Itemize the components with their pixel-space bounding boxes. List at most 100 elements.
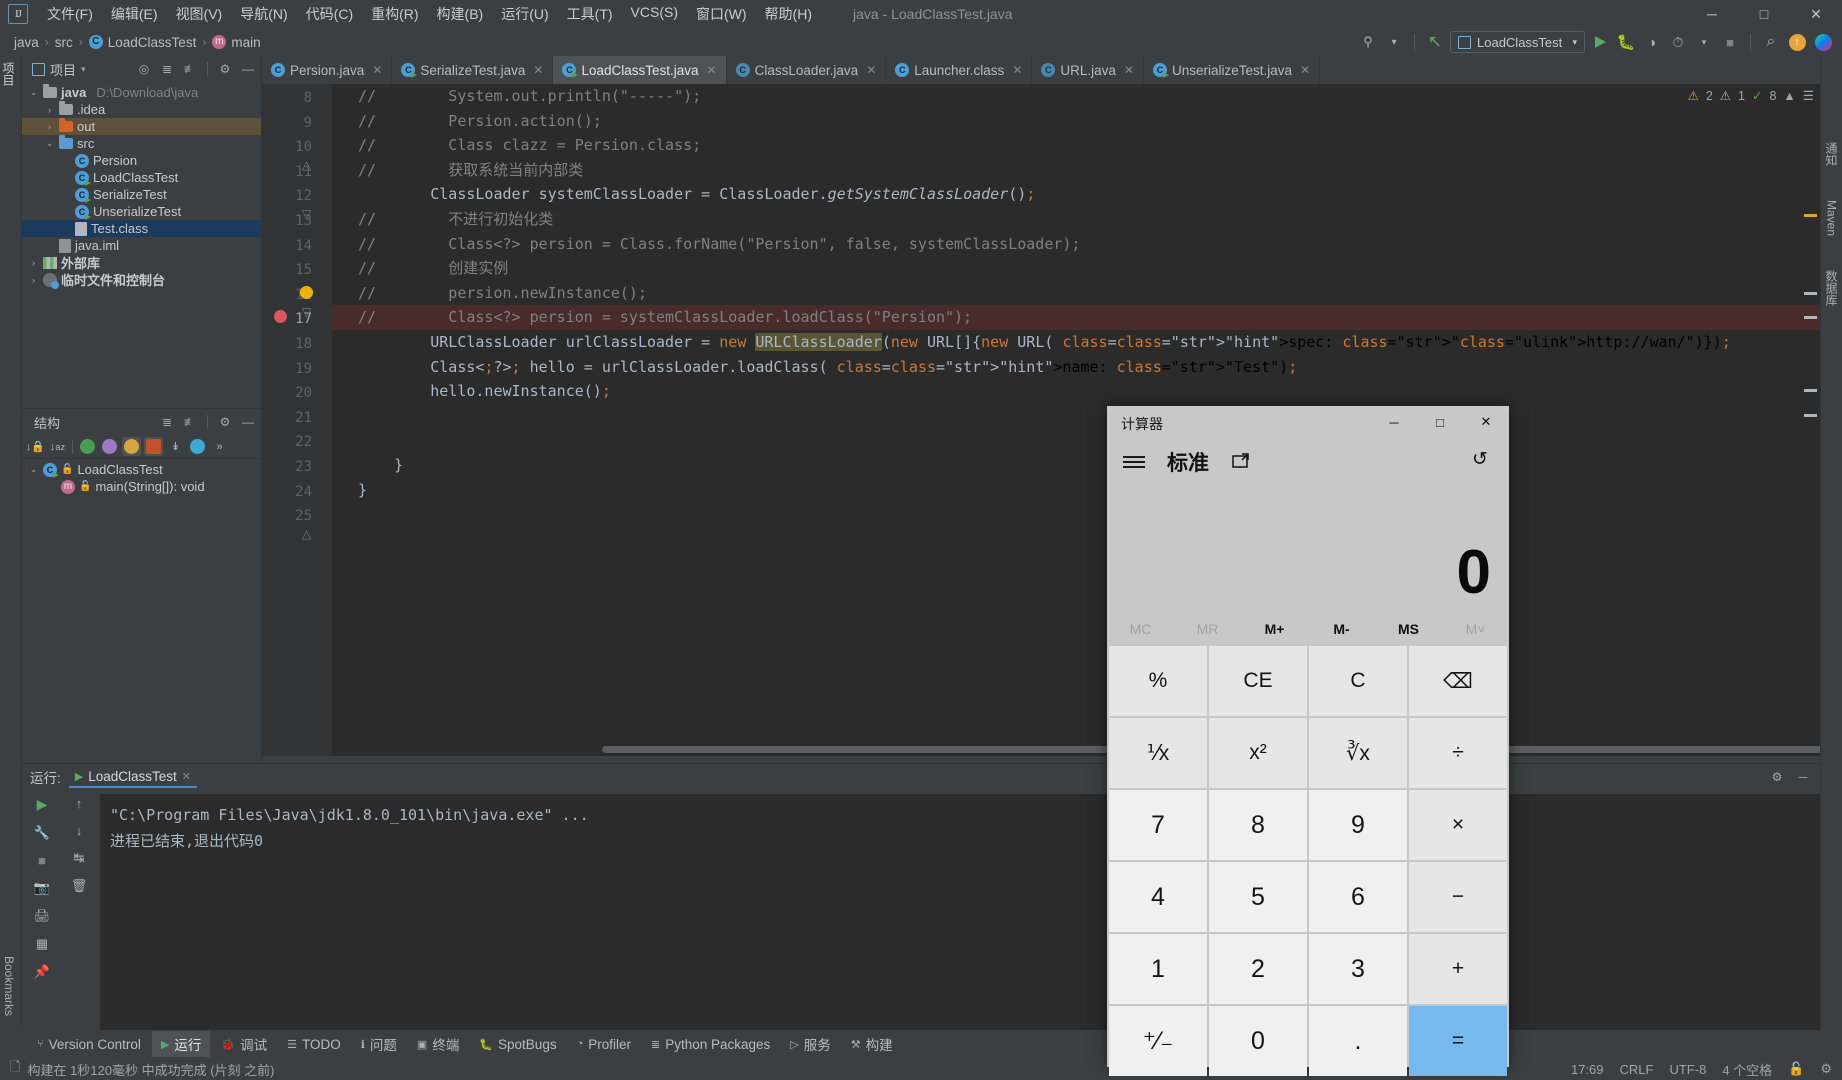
project-tree-node[interactable]: Test.class [22,220,261,237]
sort-by-visibility-icon[interactable]: ↓ 🔒 [26,437,45,456]
fold-marker-icon[interactable]: △ [302,158,311,172]
menu-bar[interactable]: 文件(F) 编辑(E) 视图(V) 导航(N) 代码(C) 重构(R) 构建(B) 运行(U)… [38,1,821,27]
show-properties-icon[interactable] [100,437,119,456]
calc-key-⅟x[interactable]: ⅟x [1109,718,1207,788]
bottom-tool-bar[interactable]: ⑂ Version Control ▶ 运行 🐞 调试 ☰ TODO ℹ 问题 ▣ 终端 🐛 SpotBu… [0,1030,1842,1058]
breakpoint-marker[interactable] [274,310,287,323]
code-line[interactable]: // Class clazz = Persion.class; [332,133,1820,158]
show-non-public-icon[interactable] [144,437,163,456]
close-icon[interactable]: ✕ [182,770,191,783]
editor-tab[interactable]: C UnserializeTest.java ✕ [1144,56,1321,84]
code-line[interactable] [332,404,1820,429]
code-line[interactable] [332,428,1820,453]
structure-tree[interactable]: ⌄C🔓LoadClassTest🔓main(String[]): void [22,459,261,495]
project-tree-node[interactable]: C Persion [22,152,261,169]
keep-on-top-icon[interactable] [1231,450,1251,475]
calc-key-CE[interactable]: CE [1209,646,1307,716]
code-line[interactable]: // Class<?> persion = Class.forName("Per… [332,232,1820,257]
strip-notifications-label[interactable]: 通知 [1823,136,1840,172]
code-line[interactable]: hello.newInstance(); [332,379,1820,404]
strip-project-label[interactable]: 项目 [0,56,17,92]
project-tree-node[interactable]: ⌄ src [22,135,261,152]
lock-icon[interactable]: 🔓 [1788,1061,1804,1077]
menu-item-4[interactable]: 代码(C) [297,1,362,27]
calc-key-2[interactable]: 2 [1209,934,1307,1004]
inspection-menu-icon[interactable]: ☰ [1803,88,1814,103]
editor-tab[interactable]: C Persion.java ✕ [262,56,393,84]
memory-key-MC[interactable]: MC [1107,621,1174,637]
rerun-button[interactable]: ▶ [37,796,48,813]
calc-key-⌫[interactable]: ⌫ [1409,646,1507,716]
menu-item-7[interactable]: 运行(U) [492,1,557,27]
chevron-up-icon[interactable]: ▲ [1783,89,1795,103]
fold-marker-icon[interactable]: ▽ [302,305,311,319]
memory-key-M˅[interactable]: M˅ [1442,621,1509,637]
calculator-keypad[interactable]: % CE C ⌫ ⅟x x² ∛x ÷ 7 8 9 × 4 5 6− 1 2 3 + ⁺⁄₋ 0. = [1107,646,1509,1078]
calculator-minimize-button[interactable]: ─ [1371,406,1417,438]
calc-key-%[interactable]: % [1109,646,1207,716]
calculator-window[interactable]: 计算器 ─ □ ✕ 标准 ↺ 0 MC MR M+ M- MS M˅ % CE C ⌫ ⅟x x² ∛… [1107,406,1509,1076]
debug-button[interactable]: 🐛 [1615,31,1637,53]
editor-tab[interactable]: C Launcher.class ✕ [886,56,1033,84]
code-line[interactable]: // 获取系统当前内部类 [332,158,1820,183]
editor-tab[interactable]: C SerializeTest.java ✕ [392,56,554,84]
menu-item-2[interactable]: 视图(V) [167,1,232,27]
calc-key-+[interactable]: + [1409,934,1507,1004]
gutter-marker-info[interactable] [1804,292,1817,295]
bottom-bar-item[interactable]: ⚒ 构建 [842,1031,902,1057]
inspection-icon[interactable]: ⚙ [1820,1061,1832,1077]
calc-key-5[interactable]: 5 [1209,862,1307,932]
code-line[interactable]: // System.out.println("-----"); [332,84,1820,109]
calc-key-6[interactable]: 6 [1309,862,1407,932]
code-line[interactable]: // 创建实例 [332,256,1820,281]
code-line[interactable]: // 不进行初始化类 [332,207,1820,232]
tree-expand-arrow-icon[interactable]: ⌄ [28,87,39,98]
gutter-marker-info-2[interactable] [1804,316,1817,319]
code-line[interactable]: URLClassLoader urlClassLoader = new URLC… [332,330,1820,355]
run-button[interactable] [1589,31,1611,53]
calc-key-÷[interactable]: ÷ [1409,718,1507,788]
code-line[interactable]: Class<;?>; hello = urlClassLoader.loadCl… [332,355,1820,380]
fold-marker-icon[interactable]: △ [302,527,311,541]
hide-panel-icon[interactable]: — [239,60,257,78]
camera-icon[interactable]: 📷 [34,880,50,896]
code-line[interactable]: // Persion.action(); [332,109,1820,134]
scroll-down-icon[interactable]: ↓ [76,823,83,838]
run-with-coverage-button[interactable]: ◑ [1641,31,1663,53]
strip-maven-label[interactable]: Maven [1825,194,1839,242]
close-icon[interactable]: ✕ [707,63,717,77]
tree-expand-arrow-icon[interactable]: › [44,122,55,132]
memory-key-M-[interactable]: M- [1308,621,1375,637]
calc-key-3[interactable]: 3 [1309,934,1407,1004]
scroll-up-icon[interactable]: ↑ [76,796,83,811]
calc-key-8[interactable]: 8 [1209,790,1307,860]
bottom-bar-item[interactable]: ◔ Profiler [568,1034,640,1055]
bottom-bar-item[interactable]: 🐛 SpotBugs [470,1034,565,1055]
calc-key-9[interactable]: 9 [1309,790,1407,860]
gear-icon[interactable]: ⚙ [216,413,234,431]
calc-key-.[interactable]: . [1309,1006,1407,1076]
line-separator[interactable]: CRLF [1620,1062,1654,1077]
strip-bookmarks-label[interactable]: Bookmarks [2,950,16,1022]
bottom-bar-item[interactable]: ℹ 问题 [352,1031,406,1057]
bottom-bar-item[interactable]: ≣ Python Packages [642,1034,779,1055]
code-line[interactable]: } [332,453,1820,478]
soft-wrap-icon[interactable]: ↹ [74,850,85,866]
print-icon[interactable]: 🖨 [34,908,51,924]
show-fields-icon[interactable] [122,437,141,456]
back-arrow-icon[interactable]: ↖ [1424,31,1446,53]
more-icon[interactable]: » [210,437,229,456]
calculator-maximize-button[interactable]: □ [1417,406,1463,438]
calculator-window-controls[interactable]: ─ □ ✕ [1371,406,1509,438]
stop-button[interactable]: ■ [1719,31,1741,53]
calc-key-0[interactable]: 0 [1209,1006,1307,1076]
close-icon[interactable]: ✕ [1300,63,1310,77]
chevron-down-icon[interactable]: ▾ [81,64,86,75]
calc-key-1[interactable]: 1 [1109,934,1207,1004]
bottom-bar-item[interactable]: 🐞 调试 [212,1031,276,1057]
code-line[interactable]: ClassLoader systemClassLoader = ClassLoa… [332,182,1820,207]
gutter-marker-info-3[interactable] [1804,389,1817,392]
project-tree-node[interactable]: C LoadClassTest [22,169,261,186]
calc-key-C[interactable]: C [1309,646,1407,716]
grid-icon[interactable]: ▦ [36,936,48,952]
